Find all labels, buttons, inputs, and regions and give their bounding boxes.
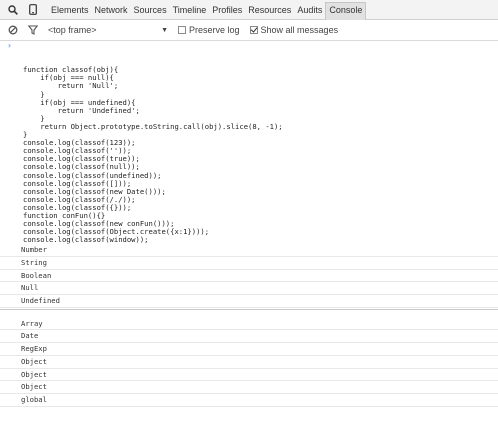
console-log-row: Array (0, 318, 498, 331)
console-log-row: String (0, 257, 498, 270)
console-log-row: RegExp (0, 343, 498, 356)
frame-select-value: <top frame> (48, 25, 97, 35)
panel-tabs: Elements Network Sources Timeline Profil… (48, 0, 367, 20)
console-input-block: › function classof(obj){ if(obj === null… (0, 42, 498, 244)
console-output[interactable]: › function classof(obj){ if(obj === null… (0, 42, 498, 431)
console-log-row: Object (0, 381, 498, 394)
output-group-1: Number String Boolean Null Undefined (0, 244, 498, 308)
tab-profiles[interactable]: Profiles (209, 2, 245, 18)
code-line: return Object.prototype.toString.call(ob… (23, 121, 283, 131)
tab-console[interactable]: Console (325, 2, 367, 20)
search-icon[interactable] (6, 3, 20, 17)
preserve-log-label: Preserve log (189, 25, 240, 35)
prompt-icon: › (7, 42, 12, 50)
console-log-row: Boolean (0, 270, 498, 283)
console-log-row: Null (0, 282, 498, 296)
devtools-toolbar: Elements Network Sources Timeline Profil… (0, 0, 498, 20)
show-all-messages-toggle[interactable]: Show all messages (249, 25, 339, 35)
frame-select[interactable]: <top frame> ▼ (48, 25, 168, 35)
code-line: return 'Null'; (23, 81, 119, 91)
console-subbar: <top frame> ▼ Preserve log Show all mess… (0, 20, 498, 41)
preserve-log-checkbox[interactable] (178, 26, 186, 34)
show-all-messages-checkbox[interactable] (249, 26, 258, 34)
console-log-row: Undefined (0, 295, 498, 308)
code-line: console.log(classof(window)); (23, 235, 149, 245)
tab-timeline[interactable]: Timeline (170, 2, 210, 18)
tab-network[interactable]: Network (92, 2, 131, 18)
console-log-row: global (0, 394, 498, 407)
console-log-row: Object (0, 356, 498, 369)
show-all-messages-label: Show all messages (260, 25, 339, 35)
console-log-row: Date (0, 330, 498, 344)
output-group-2: Array Date RegExp Object Object Object global (0, 318, 498, 407)
console-log-row: Number (0, 244, 498, 258)
preserve-log-toggle[interactable]: Preserve log (178, 25, 240, 35)
tab-elements[interactable]: Elements (48, 2, 92, 18)
filter-icon[interactable] (26, 23, 40, 37)
clear-console-icon[interactable] (6, 23, 20, 37)
output-separator (0, 308, 498, 318)
tab-sources[interactable]: Sources (131, 2, 170, 18)
tab-audits[interactable]: Audits (294, 2, 325, 18)
code-line: return 'Undefined'; (23, 105, 140, 115)
device-mode-icon[interactable] (26, 3, 40, 17)
console-log-row: Object (0, 369, 498, 382)
tab-resources[interactable]: Resources (245, 2, 294, 18)
chevron-down-icon: ▼ (161, 26, 168, 34)
